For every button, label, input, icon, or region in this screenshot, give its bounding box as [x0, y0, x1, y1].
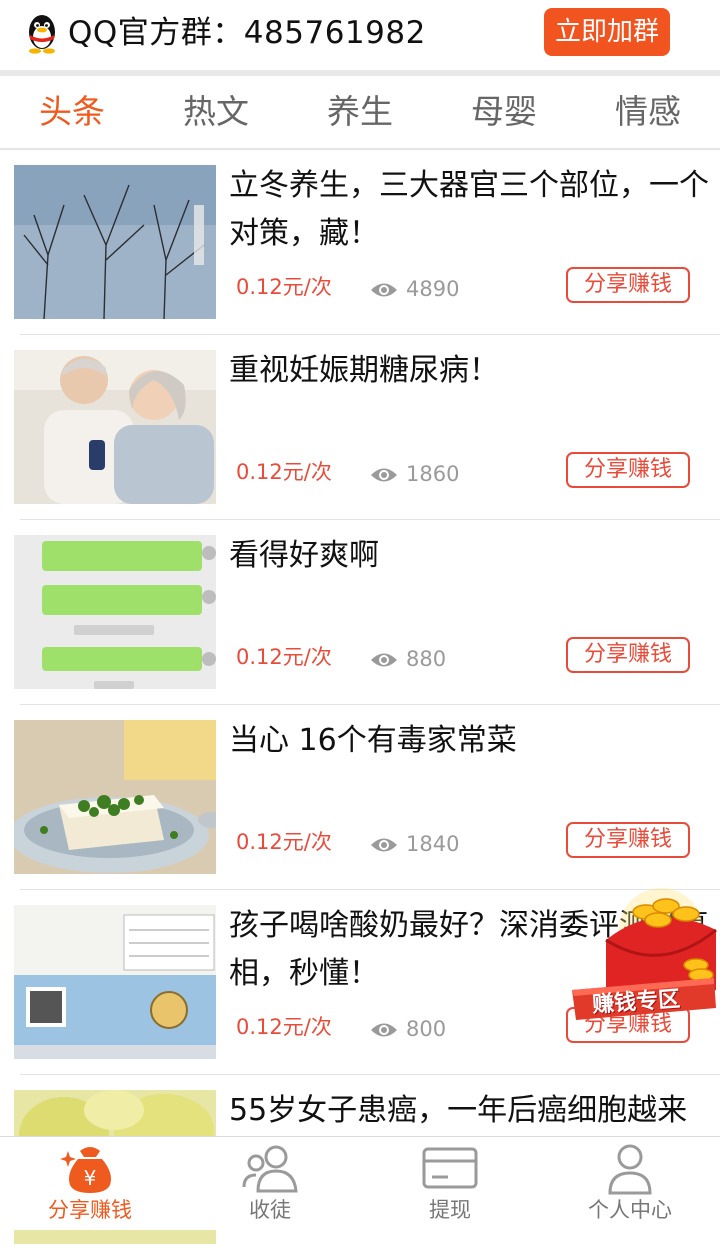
article-title[interactable]: 重视妊娠期糖尿病！	[229, 347, 715, 395]
article-title[interactable]: 55岁女子患癌，一年后癌细胞越来	[229, 1087, 715, 1135]
eye-icon	[371, 1023, 397, 1037]
tab-health[interactable]: 养生	[288, 76, 432, 148]
article-item[interactable]: 看得好爽啊 0.12元/次 880 分享赚钱	[0, 520, 720, 705]
nav-label: 收徒	[249, 1198, 291, 1222]
nav-label: 分享赚钱	[48, 1198, 132, 1222]
nav-profile[interactable]: 个人中心	[540, 1137, 720, 1230]
tab-parenting[interactable]: 母婴	[432, 76, 576, 148]
article-thumbnail	[14, 720, 216, 874]
view-count: 4890	[406, 277, 460, 301]
article-title[interactable]: 看得好爽啊	[229, 532, 715, 580]
category-tabs: 头条 热文 养生 母婴 情感	[0, 76, 720, 150]
share-earn-button[interactable]: 分享赚钱	[566, 452, 690, 488]
share-earn-button[interactable]: 分享赚钱	[566, 267, 690, 303]
svg-text:¥: ¥	[84, 1166, 97, 1190]
top-bar: QQ官方群：485761982 立即加群	[0, 0, 720, 70]
tab-hot-articles[interactable]: 热文	[144, 76, 288, 148]
qq-penguin-icon	[29, 15, 55, 54]
view-count: 1860	[406, 462, 460, 486]
article-thumbnail	[14, 905, 216, 1059]
tab-headlines[interactable]: 头条	[0, 76, 144, 148]
nav-label: 提现	[429, 1198, 471, 1222]
join-group-button[interactable]: 立即加群	[544, 8, 670, 56]
view-count: 880	[406, 647, 447, 671]
article-price: 0.12元/次	[236, 645, 332, 669]
article-price: 0.12元/次	[236, 1015, 332, 1039]
money-zone-label: 赚钱专区	[591, 986, 681, 1019]
article-views: 880	[370, 644, 446, 674]
article-title[interactable]: 立冬养生，三大器官三个部位，一个对策，藏！	[229, 162, 715, 258]
article-title[interactable]: 当心 16个有毒家常菜	[229, 717, 715, 765]
eye-icon	[371, 838, 397, 852]
article-views: 4890	[370, 274, 459, 304]
nav-share-earn[interactable]: ¥ 分享赚钱	[0, 1137, 180, 1230]
article-views: 1860	[370, 459, 459, 489]
article-views: 800	[370, 1014, 446, 1044]
view-count: 800	[406, 1017, 447, 1041]
article-item[interactable]: 当心 16个有毒家常菜 0.12元/次 1840 分享赚钱	[0, 705, 720, 890]
red-packet-icon	[572, 888, 717, 1020]
bottom-navigation: ¥ 分享赚钱 收徒 提现 个人中心	[0, 1136, 720, 1230]
article-views: 1840	[370, 829, 459, 859]
article-thumbnail	[14, 165, 216, 319]
eye-icon	[371, 468, 397, 482]
card-icon	[422, 1147, 478, 1189]
nav-withdraw[interactable]: 提现	[360, 1137, 540, 1230]
person-icon	[608, 1144, 652, 1195]
money-zone-promo[interactable]: 赚钱专区	[566, 880, 720, 1040]
article-thumbnail	[14, 535, 216, 689]
article-thumbnail	[14, 350, 216, 504]
nav-label: 个人中心	[588, 1198, 672, 1222]
article-price: 0.12元/次	[236, 275, 332, 299]
share-earn-button[interactable]: 分享赚钱	[566, 822, 690, 858]
qq-group-text: QQ官方群：485761982	[68, 15, 426, 51]
eye-icon	[371, 283, 397, 297]
share-earn-button[interactable]: 分享赚钱	[566, 637, 690, 673]
article-price: 0.12元/次	[236, 830, 332, 854]
article-price: 0.12元/次	[236, 460, 332, 484]
nav-recruit[interactable]: 收徒	[180, 1137, 360, 1230]
article-item[interactable]: 重视妊娠期糖尿病！ 0.12元/次 1860 分享赚钱	[0, 335, 720, 520]
article-item[interactable]: 立冬养生，三大器官三个部位，一个对策，藏！ 0.12元/次 4890 分享赚钱	[0, 150, 720, 335]
tab-emotion[interactable]: 情感	[576, 76, 720, 148]
users-icon	[242, 1145, 298, 1193]
money-bag-icon: ¥	[60, 1147, 111, 1193]
eye-icon	[371, 653, 397, 667]
view-count: 1840	[406, 832, 460, 856]
